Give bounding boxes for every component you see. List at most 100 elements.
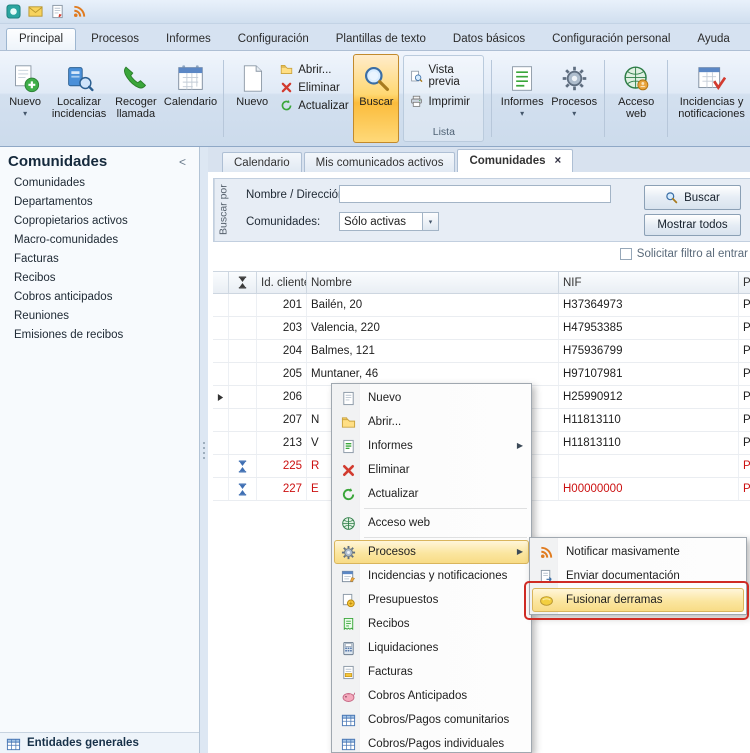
sidebar-item-departamentos[interactable]: Departamentos: [0, 192, 199, 211]
calendario-button[interactable]: Calendario: [163, 54, 218, 143]
menu-item-incidencias[interactable]: Incidencias y notificaciones: [334, 564, 529, 588]
table-row[interactable]: 204 Balmes, 121 H75936799 P: [213, 340, 750, 363]
menu-item-actualizar[interactable]: Actualizar: [334, 482, 529, 506]
tab-principal[interactable]: Principal: [6, 28, 76, 50]
menu-item-label: Actualizar: [368, 488, 528, 500]
menu-item-cobros-anticipados[interactable]: Cobros Anticipados: [334, 684, 529, 708]
send-document-icon: [534, 569, 559, 584]
submenu-item-enviar-documentacion[interactable]: Enviar documentación: [532, 564, 744, 588]
broadcast-icon[interactable]: [71, 3, 88, 20]
menu-item-liquidaciones[interactable]: Liquidaciones: [334, 636, 529, 660]
checkbox[interactable]: [620, 248, 632, 260]
sidebar-item-copropietarios[interactable]: Copropietarios activos: [0, 211, 199, 230]
menu-item-label: Facturas: [368, 666, 528, 678]
notes-icon[interactable]: [49, 3, 66, 20]
tab-datos-basicos[interactable]: Datos básicos: [441, 29, 537, 50]
menu-item-recibos[interactable]: Recibos: [334, 612, 529, 636]
name-address-label: Nombre / Dirección:: [246, 189, 348, 201]
cell-p: P: [739, 317, 750, 339]
menu-item-acceso-web[interactable]: Acceso web: [334, 511, 529, 535]
doc-tab-comunidades[interactable]: Comunidades ×: [457, 149, 573, 172]
tab-configuracion[interactable]: Configuración: [226, 29, 321, 50]
menu-item-presupuestos[interactable]: Presupuestos: [334, 588, 529, 612]
gear-icon: [336, 545, 361, 560]
vista-previa-button[interactable]: Vista previa: [407, 62, 480, 90]
submenu-item-notificar-masivamente[interactable]: Notificar masivamente: [532, 540, 744, 564]
table-row[interactable]: 203 Valencia, 220 H47953385 P: [213, 317, 750, 340]
ribbon-separator: [667, 60, 668, 137]
button-label: Incidencias y notificaciones: [678, 96, 745, 121]
blank-document-icon: [238, 60, 267, 96]
menu-item-procesos[interactable]: Procesos ▶: [334, 540, 529, 564]
informes-button[interactable]: Informes ▾: [497, 54, 547, 143]
tab-procesos[interactable]: Procesos: [79, 29, 151, 50]
menu-item-facturas[interactable]: Facturas: [334, 660, 529, 684]
cell-id: 206: [257, 386, 307, 408]
tab-informes[interactable]: Informes: [154, 29, 223, 50]
close-tab-icon[interactable]: ×: [555, 155, 562, 167]
sidebar-item-facturas[interactable]: Facturas: [0, 249, 199, 268]
table-icon: [336, 713, 361, 728]
doc-tab-calendario[interactable]: Calendario: [222, 152, 302, 172]
recoger-llamada-button[interactable]: Recoger llamada: [111, 54, 161, 143]
tab-ayuda[interactable]: Ayuda: [685, 29, 741, 50]
refresh-icon: [280, 99, 293, 112]
row-indicator-cell: [213, 340, 229, 362]
header-pending-column[interactable]: [229, 272, 257, 293]
actualizar-button[interactable]: Actualizar: [277, 97, 351, 114]
doc-tab-mis-comunicados[interactable]: Mis comunicados activos: [304, 152, 456, 172]
header-nif[interactable]: NIF: [559, 272, 739, 293]
sidebar-item-comunidades[interactable]: Comunidades: [0, 173, 199, 192]
imprimir-button[interactable]: Imprimir: [407, 93, 480, 110]
communities-label: Comunidades:: [246, 216, 320, 228]
row-indicator-cell: [213, 363, 229, 385]
open-folder-icon: [280, 63, 293, 76]
collapse-sidebar-icon[interactable]: <: [174, 155, 191, 169]
cell-nif: H47953385: [559, 317, 739, 339]
menu-item-nuevo[interactable]: Nuevo: [334, 386, 529, 410]
menu-item-informes[interactable]: Informes ▶: [334, 434, 529, 458]
eliminar-button[interactable]: Eliminar: [277, 79, 351, 96]
tab-plantillas[interactable]: Plantillas de texto: [324, 29, 438, 50]
nuevo-button[interactable]: Nuevo ▾: [3, 54, 47, 143]
sidebar-item-recibos[interactable]: Recibos: [0, 268, 199, 287]
cell-nif: H97107981: [559, 363, 739, 385]
menu-item-cobros-pagos-individuales[interactable]: Cobros/Pagos individuales: [334, 732, 529, 753]
app-icon[interactable]: [5, 3, 22, 20]
buscar-button[interactable]: Buscar: [353, 54, 399, 143]
button-label: Acceso web: [618, 96, 654, 121]
menu-item-cobros-pagos-comunitarios[interactable]: Cobros/Pagos comunitarios: [334, 708, 529, 732]
sidebar-item-emisiones[interactable]: Emisiones de recibos: [0, 325, 199, 344]
sidebar-item-entidades-generales[interactable]: Entidades generales: [0, 732, 199, 753]
tab-configuracion-personal[interactable]: Configuración personal: [540, 29, 682, 50]
receipt-icon: [336, 617, 361, 632]
chevron-down-icon[interactable]: ▾: [422, 213, 438, 230]
sidebar-splitter[interactable]: [200, 147, 208, 753]
header-id-cliente[interactable]: Id. cliente: [257, 272, 307, 293]
sidebar-item-macro-comunidades[interactable]: Macro-comunidades: [0, 230, 199, 249]
procesos-button[interactable]: Procesos ▾: [549, 54, 599, 143]
menu-item-eliminar[interactable]: Eliminar: [334, 458, 529, 482]
mail-icon[interactable]: [27, 3, 44, 20]
submenu-item-fusionar-derramas[interactable]: Fusionar derramas: [532, 588, 744, 612]
search-panel: Buscar por Nombre / Dirección: Comunidad…: [213, 178, 750, 242]
acceso-web-button[interactable]: Acceso web: [610, 54, 662, 143]
communities-select[interactable]: Sólo activas ▾: [339, 212, 439, 231]
cell-nif: H25990912: [559, 386, 739, 408]
mostrar-todos-button[interactable]: Mostrar todos: [644, 214, 741, 236]
table-row[interactable]: 201 Bailén, 20 H37364973 P: [213, 294, 750, 317]
menu-item-abrir[interactable]: Abrir...: [334, 410, 529, 434]
buscar-panel-button[interactable]: Buscar: [644, 185, 741, 210]
incidencias-notificaciones-button[interactable]: Incidencias y notificaciones: [673, 54, 750, 143]
abrir-button[interactable]: Abrir...: [277, 61, 351, 78]
header-p[interactable]: P: [739, 272, 750, 293]
name-address-input[interactable]: [339, 185, 611, 203]
localizar-incidencias-button[interactable]: Localizar incidencias: [49, 54, 109, 143]
nuevo-documento-button[interactable]: Nuevo: [229, 54, 275, 143]
row-indicator-cell: [213, 478, 229, 500]
header-nombre[interactable]: Nombre: [307, 272, 559, 293]
filter-on-entry-option[interactable]: Solicitar filtro al entrar: [620, 248, 748, 260]
merge-icon: [534, 593, 559, 608]
sidebar-item-cobros-anticipados[interactable]: Cobros anticipados: [0, 287, 199, 306]
sidebar-item-reuniones[interactable]: Reuniones: [0, 306, 199, 325]
